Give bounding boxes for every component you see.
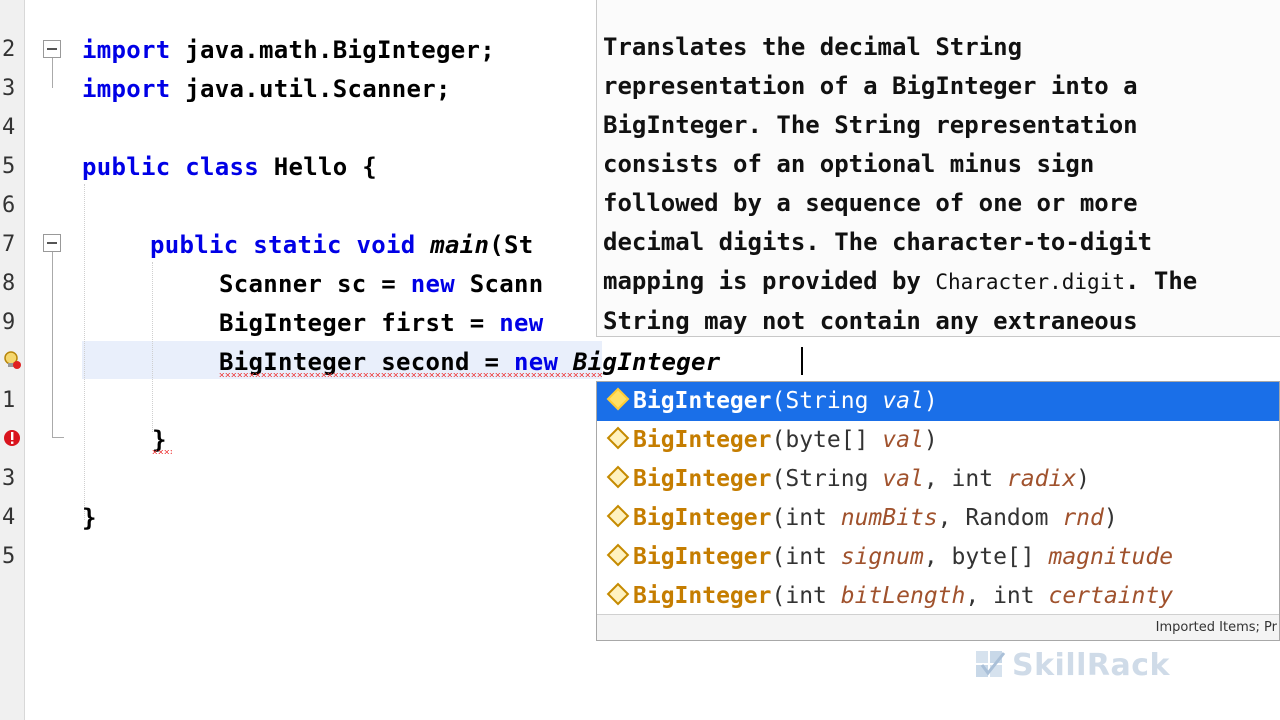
code-completion-list[interactable]: BigInteger(String val) BigInteger(byte[]… xyxy=(596,381,1280,641)
param-type: int xyxy=(785,505,827,531)
param-type: byte[] xyxy=(951,544,1035,570)
keyword: import xyxy=(82,36,171,64)
completion-name: BigInteger xyxy=(633,388,772,414)
param-type: byte[] xyxy=(785,427,869,453)
completion-paren: ( xyxy=(771,544,786,570)
keyword: new xyxy=(410,270,455,298)
param-name: numBits xyxy=(826,505,938,531)
constructor-icon xyxy=(606,465,630,489)
completion-item[interactable]: BigInteger(int signum, byte[] magnitude xyxy=(597,538,1279,577)
error-underline xyxy=(152,450,172,454)
completion-paren: ( xyxy=(771,466,786,492)
completion-paren: ( xyxy=(771,505,786,531)
code-text: BigInteger first = xyxy=(219,309,500,337)
skillrack-watermark: SkillRack xyxy=(974,648,1170,684)
keyword: void xyxy=(341,231,416,259)
code-text: java.math.BigInteger; xyxy=(170,36,495,64)
code-line: public class Hello { xyxy=(82,152,377,182)
javadoc-line: representation of a BigInteger into a xyxy=(603,72,1138,100)
completion-name: BigInteger xyxy=(633,505,772,531)
code-text: java.util.Scanner; xyxy=(170,75,451,103)
code-line: import java.util.Scanner; xyxy=(82,74,451,104)
completion-paren: ) xyxy=(923,388,938,414)
param-type: String xyxy=(785,466,869,492)
param-name: magnitude xyxy=(1034,544,1174,570)
javadoc-popup[interactable]: Translates the decimal String representa… xyxy=(596,0,1280,337)
code-text: Scanner sc = xyxy=(219,270,411,298)
skillrack-logo-icon xyxy=(974,649,1006,681)
param-separator: , xyxy=(937,505,966,531)
javadoc-line: BigInteger. The String representation xyxy=(603,111,1138,139)
code-text: BigInteger second = xyxy=(219,348,514,376)
keyword: static xyxy=(238,231,342,259)
completion-item[interactable]: BigInteger(byte[] val) xyxy=(597,421,1279,460)
keyword: new xyxy=(513,348,559,376)
param-name: radix xyxy=(993,466,1077,492)
completion-name: BigInteger xyxy=(633,466,772,492)
javadoc-code-link[interactable]: Character.digit xyxy=(935,270,1125,294)
javadoc-line: mapping is provided by xyxy=(603,267,936,295)
code-text: Hello { xyxy=(259,153,377,181)
completion-paren: ( xyxy=(771,388,786,414)
completion-item[interactable]: BigInteger(int numBits, Random rnd) xyxy=(597,499,1279,538)
param-type: String xyxy=(785,388,869,414)
constructor-icon xyxy=(606,387,630,411)
completion-paren: ( xyxy=(771,427,786,453)
param-name: bitLength xyxy=(826,583,966,609)
keyword: public xyxy=(82,153,171,181)
completion-item[interactable]: BigInteger(int bitLength, int certainty xyxy=(597,577,1279,616)
param-type: int xyxy=(993,583,1035,609)
code-line: } xyxy=(82,504,97,532)
completion-item[interactable]: BigInteger(String val, int radix) xyxy=(597,460,1279,499)
param-type: int xyxy=(785,544,827,570)
javadoc-line: decimal digits. The character-to-digit xyxy=(603,228,1153,256)
completion-status-bar: Imported Items; Pr xyxy=(597,614,1279,640)
keyword: public xyxy=(150,231,239,259)
constructor-icon xyxy=(606,426,630,450)
javadoc-line: Translates the decimal String xyxy=(603,33,1023,61)
completion-paren: ) xyxy=(1103,505,1118,531)
completion-paren: ( xyxy=(771,583,786,609)
param-name: val xyxy=(868,427,924,453)
text-caret xyxy=(801,347,803,375)
completion-name: BigInteger xyxy=(633,427,772,453)
javadoc-line: followed by a sequence of one or more xyxy=(603,189,1138,217)
param-type: int xyxy=(785,583,827,609)
param-separator: , xyxy=(923,466,952,492)
param-name: certainty xyxy=(1034,583,1174,609)
constructor-icon xyxy=(606,543,630,567)
keyword: new xyxy=(499,309,544,337)
param-separator: , xyxy=(965,583,994,609)
javadoc-line: consists of an optional minus sign xyxy=(603,150,1095,178)
code-line: public static void main(St xyxy=(150,230,534,260)
javadoc-line: String may not contain any extraneous xyxy=(603,307,1138,335)
param-separator: , xyxy=(923,544,952,570)
param-name: rnd xyxy=(1048,505,1104,531)
code-line: Scanner sc = new Scann xyxy=(219,269,544,299)
completion-name: BigInteger xyxy=(633,544,772,570)
param-name: val xyxy=(868,466,924,492)
javadoc-line: . The xyxy=(1125,267,1198,295)
keyword: import xyxy=(82,75,171,103)
error-underline xyxy=(219,373,603,377)
completion-paren: ) xyxy=(1076,466,1091,492)
javadoc-text: Translates the decimal String representa… xyxy=(603,28,1280,336)
param-name: val xyxy=(868,388,924,414)
param-name: signum xyxy=(826,544,924,570)
watermark-text: SkillRack xyxy=(1012,648,1170,683)
param-type: int xyxy=(951,466,994,492)
completion-name: BigInteger xyxy=(633,583,772,609)
code-text: Scann xyxy=(455,270,544,298)
code-text: (St xyxy=(489,231,534,259)
constructor-icon xyxy=(606,582,630,606)
method-name: main xyxy=(415,231,490,259)
code-line: BigInteger first = new xyxy=(219,308,544,338)
code-line: import java.math.BigInteger; xyxy=(82,35,495,65)
keyword: class xyxy=(170,153,259,181)
param-type: Random xyxy=(965,505,1049,531)
typed-text: BigInteger xyxy=(558,348,721,376)
completion-paren: ) xyxy=(923,427,938,453)
constructor-icon xyxy=(606,504,630,528)
completion-item[interactable]: BigInteger(String val) xyxy=(597,382,1279,421)
